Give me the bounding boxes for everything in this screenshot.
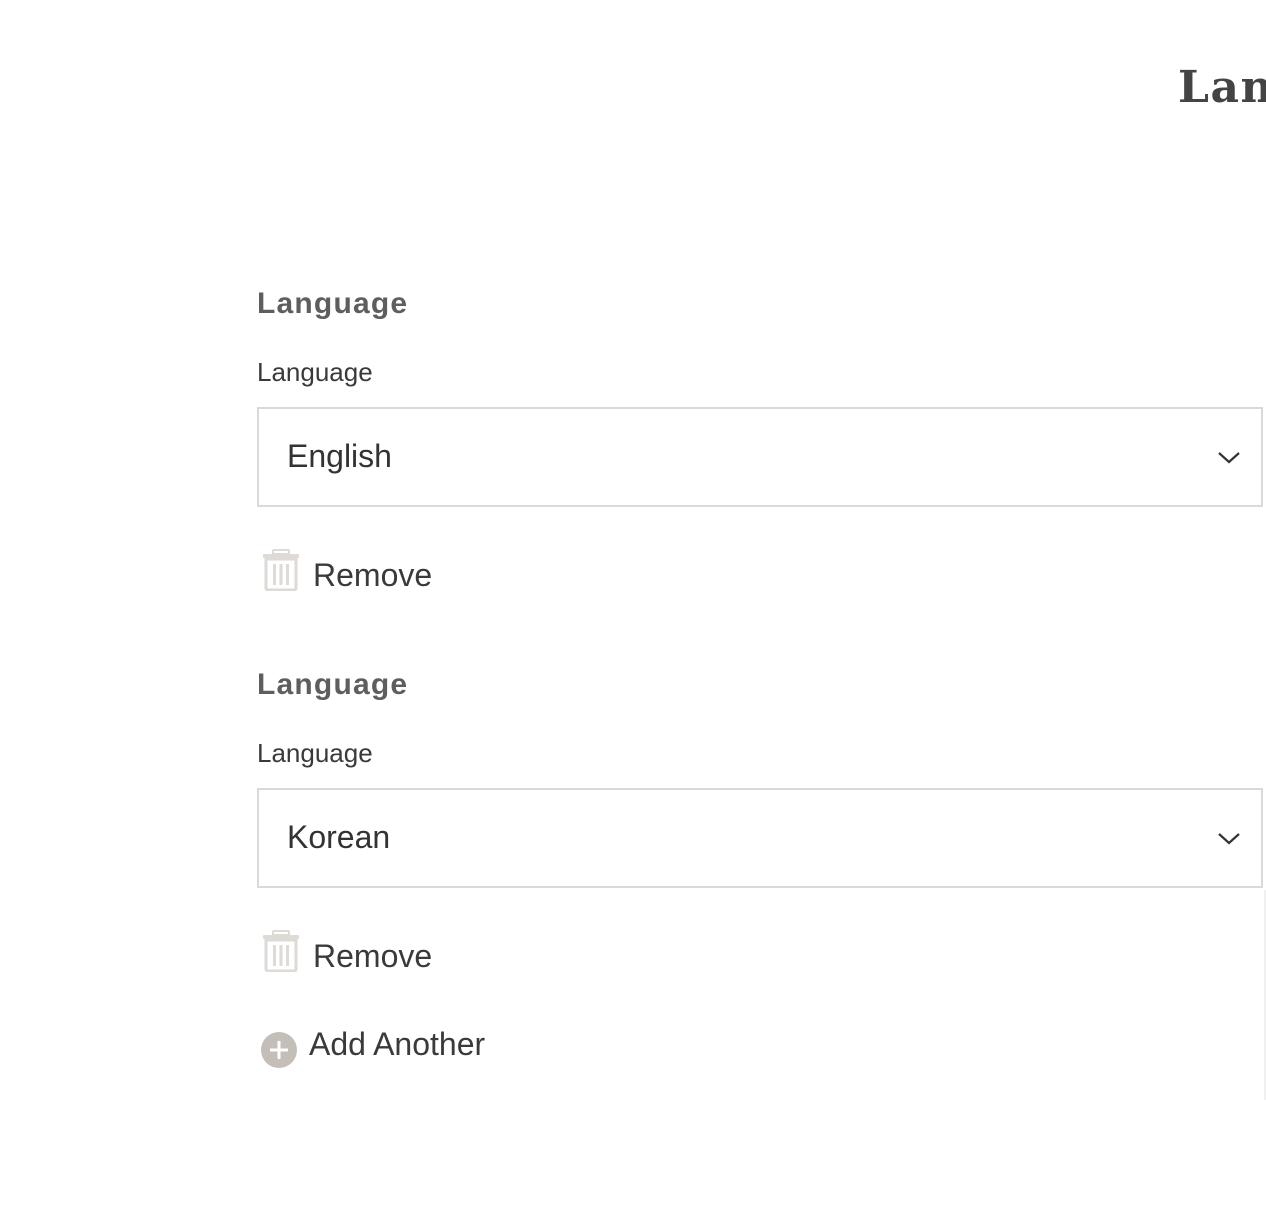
select-value: English (287, 438, 392, 474)
add-another-label: Add Another (309, 1026, 486, 1062)
field-label: Language (257, 357, 373, 387)
field-label: Language (257, 738, 373, 768)
select-value: Korean (287, 819, 391, 855)
section-heading: Language (257, 668, 409, 701)
page-title: Languages (1178, 62, 1266, 113)
chevron-down-icon (1218, 833, 1240, 845)
language-select-2[interactable]: Korean (257, 788, 1263, 888)
remove-label: Remove (313, 557, 433, 593)
trash-icon (263, 930, 299, 972)
language-select-1[interactable]: English (257, 407, 1263, 507)
page: Languages Language Language English Remo… (0, 0, 1266, 1221)
language-entry-1: Language Language English Remove (257, 287, 1263, 607)
section-heading: Language (257, 287, 409, 320)
plus-circle-icon (261, 1032, 297, 1068)
language-entry-2: Language Language Korean Remove (257, 668, 1263, 988)
trash-icon (263, 549, 299, 591)
chevron-down-icon (1218, 452, 1240, 464)
remove-label: Remove (313, 938, 433, 974)
